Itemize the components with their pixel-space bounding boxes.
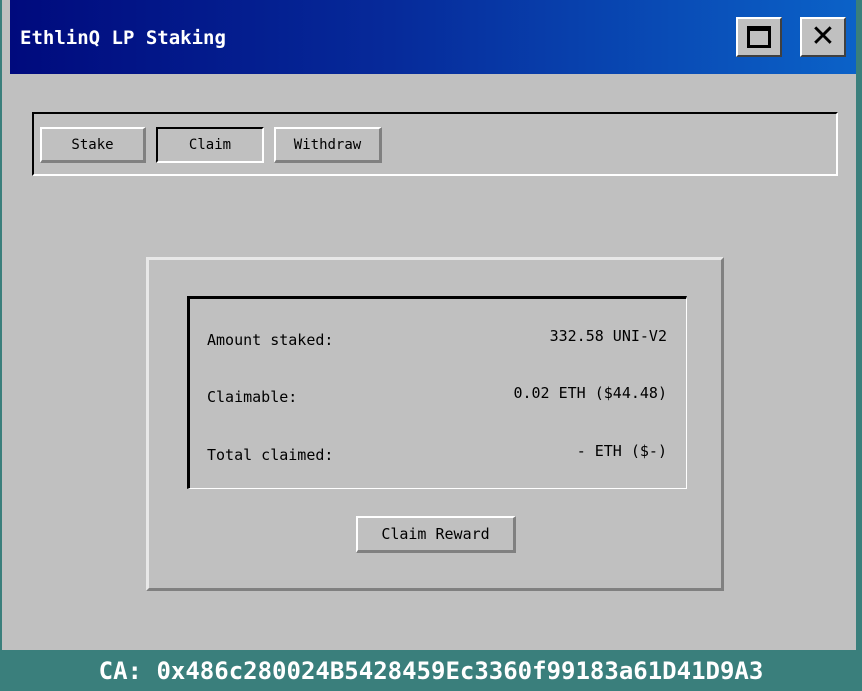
close-button[interactable]: ✕ — [800, 17, 846, 57]
claimable-value: 0.02 ETH ($44.48) — [513, 384, 667, 402]
total-claimed-label: Total claimed: — [207, 446, 334, 464]
claim-reward-button[interactable]: Claim Reward — [356, 516, 516, 553]
maximize-button[interactable] — [736, 17, 782, 57]
maximize-icon — [747, 26, 771, 48]
contract-address[interactable]: CA: 0x486c280024B5428459Ec3360f99183a61D… — [99, 657, 764, 685]
tab-stake[interactable]: Stake — [40, 127, 146, 163]
tab-withdraw[interactable]: Withdraw — [274, 127, 382, 163]
total-claimed-value: - ETH ($-) — [576, 442, 667, 460]
staking-info-box: Amount staked: 332.58 UNI-V2 Claimable: … — [187, 296, 687, 489]
claimable-label: Claimable: — [207, 388, 298, 406]
window-title: EthlinQ LP Staking — [20, 27, 226, 49]
staking-window: EthlinQ LP Staking ✕ Stake Claim Withdra… — [0, 0, 862, 650]
tab-claim[interactable]: Claim — [156, 127, 264, 163]
tab-bar: Stake Claim Withdraw — [32, 112, 838, 176]
amount-staked-label: Amount staked: — [207, 331, 334, 349]
contract-address-bar: CA: 0x486c280024B5428459Ec3360f99183a61D… — [0, 650, 862, 691]
title-bar[interactable]: EthlinQ LP Staking ✕ — [10, 0, 856, 74]
claim-panel: Amount staked: 332.58 UNI-V2 Claimable: … — [146, 257, 724, 591]
amount-staked-value: 332.58 UNI-V2 — [549, 327, 667, 345]
close-icon: ✕ — [810, 19, 836, 54]
